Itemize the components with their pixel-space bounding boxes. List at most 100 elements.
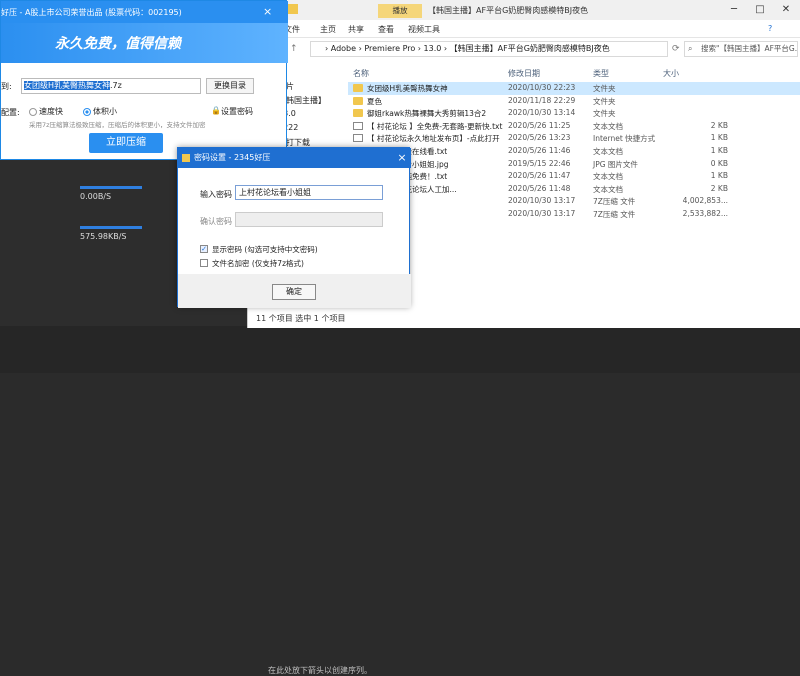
refresh-icon[interactable]: ⟳ xyxy=(672,44,680,54)
maximize-button[interactable]: □ xyxy=(748,2,772,18)
compressor-title: 好压 - A股上市公司荣誉出品 (股票代码：002195) xyxy=(1,8,182,17)
file-type: Internet 快捷方式 xyxy=(593,134,656,144)
file-name: 【 村花论坛 】全免费-无套路-更新快.txt xyxy=(367,121,503,131)
dialog-title: 密码设置 - 2345好压 xyxy=(178,148,411,168)
app-icon xyxy=(182,154,190,162)
file-size: 2 KB xyxy=(710,120,728,130)
file-row[interactable]: 女团级H乳美臀热舞女神 2020/10/30 22:23 文件夹 xyxy=(348,82,800,95)
speed-bar-2 xyxy=(80,226,142,229)
password-input[interactable]: 上村花论坛看小姐姐 xyxy=(235,185,383,200)
change-directory-button[interactable]: 更换目录 xyxy=(206,78,254,94)
address-bar[interactable]: › Adobe › Premiere Pro › 13.0 › 【韩国主播】AF… xyxy=(310,41,668,57)
file-row[interactable]: 御姐rkawk热舞裸舞大秀剪辑13合2 2020/10/30 13:14 文件夹 xyxy=(348,107,800,120)
slogan: 永久免费，值得信赖 xyxy=(55,36,181,52)
file-type: 文本文档 xyxy=(593,172,623,182)
file-row[interactable]: 解除2020/10/30 13:177Z压缩 文件2,533,882... xyxy=(348,208,800,221)
explorer-titlebar: 播放 【韩国主播】AF平台G奶肥臀肉感模特BJ夜色 ─ □ ✕ xyxy=(248,0,800,20)
column-header-name[interactable]: 名称 xyxy=(353,68,369,79)
file-date: 2020/5/26 11:25 xyxy=(508,120,571,130)
status-text: 11 个项目 选中 1 个项目 xyxy=(256,314,346,323)
folder-icon xyxy=(288,4,298,14)
timeline-hint: 在此处放下箭头以创建序列。 xyxy=(268,666,372,675)
ok-button[interactable]: 确定 xyxy=(272,284,316,300)
show-password-label[interactable]: 显示密码 (勾选可支持中文密码) xyxy=(212,244,318,255)
ribbon-tabs: 文件 主页 共享 查看 视频工具 ? xyxy=(248,20,800,38)
file-row[interactable]: 上村花论坛看小姐姐.jpg2019/5/15 22:46JPG 图片文件0 KB xyxy=(348,158,800,171)
tab-view[interactable]: 查看 xyxy=(378,24,394,35)
file-name: 御姐rkawk热舞裸舞大秀剪辑13合2 xyxy=(367,109,487,119)
tab-home[interactable]: 主页 xyxy=(320,24,336,35)
timeline-panel[interactable]: 在此处放下箭头以创建序列。 xyxy=(0,326,800,675)
file-row[interactable]: 万部视频免费在线看.txt2020/5/26 11:46文本文档1 KB xyxy=(348,145,800,158)
search-input[interactable]: 搜索"【韩国主播】AF平台G... xyxy=(684,41,798,57)
file-size: 2 KB xyxy=(710,183,728,193)
folder-icon xyxy=(353,84,363,92)
show-password-checkbox[interactable]: ✓ xyxy=(200,245,208,253)
tab-video-tools[interactable]: 视频工具 xyxy=(408,24,440,35)
doc-icon xyxy=(353,121,363,130)
file-size: 2,533,882... xyxy=(682,209,728,218)
file-row[interactable]: 速度？来村花论坛人工加... 2020/5/26 11:48 文本文档 2 KB xyxy=(348,183,800,196)
file-date: 2020/5/26 11:47 xyxy=(508,171,571,181)
file-type: 文本文档 xyxy=(593,184,623,194)
file-row[interactable]: 【 村花论坛 】全免费-无套路-更新快.txt 2020/5/26 11:25 文本… xyxy=(348,120,800,133)
file-name: 夏色 xyxy=(367,96,382,106)
column-header-date[interactable]: 修改日期 xyxy=(508,68,540,79)
file-row[interactable]: 夏色 2020/11/18 22:29 文件夹 xyxy=(348,95,800,108)
encrypt-filenames-label[interactable]: 文件名加密 (仅支持7z格式) xyxy=(212,258,304,269)
file-row[interactable]: 新的论坛，纯免费！.txt2020/5/26 11:47文本文档1 KB xyxy=(348,170,800,183)
close-button[interactable]: ✕ xyxy=(774,2,798,18)
file-date: 2020/5/26 13:23 xyxy=(508,133,571,143)
password-dialog: 密码设置 - 2345好压 × 输入密码 上村花论坛看小姐姐 确认密码 ✓ 显示… xyxy=(177,147,411,308)
confirm-password-input[interactable] xyxy=(235,212,383,227)
file-size: 4,002,853... xyxy=(682,196,728,206)
address-row: ↑ › Adobe › Premiere Pro › 13.0 › 【韩国主播】… xyxy=(248,38,800,60)
file-date: 2020/10/30 22:23 xyxy=(508,83,576,92)
folder-icon xyxy=(353,109,363,118)
radio-small[interactable] xyxy=(83,108,91,116)
config-label: 配置: xyxy=(1,108,20,117)
tab-share[interactable]: 共享 xyxy=(348,24,364,35)
file-date: 2020/5/26 11:46 xyxy=(508,146,571,155)
file-extension: .7z xyxy=(110,81,122,90)
file-size: 1 KB xyxy=(710,171,728,181)
set-password-link[interactable]: 设置密码 xyxy=(221,106,253,117)
up-arrow-icon[interactable]: ↑ xyxy=(290,44,298,54)
file-type: 文本文档 xyxy=(593,121,623,131)
compressor-titlebar: 好压 - A股上市公司荣誉出品 (股票代码：002195) × xyxy=(1,1,288,23)
output-path-input[interactable]: 女团级H乳美臀热舞女神.7z xyxy=(21,78,201,94)
file-size: 1 KB xyxy=(710,146,728,155)
file-row[interactable]: 2020/10/30 13:17 7Z压缩 文件 4,002,853... xyxy=(348,195,800,208)
file-list: 名称 修改日期 类型 大小 女团级H乳美臀热舞女神 2020/10/30 22:2… xyxy=(348,60,800,308)
close-icon[interactable]: × xyxy=(263,5,272,18)
file-type: 文件夹 xyxy=(593,109,616,119)
password-label: 输入密码 xyxy=(200,190,232,199)
column-header-type[interactable]: 类型 xyxy=(593,68,609,79)
file-name: 【 村花论坛永久地址发布页】-点此打开 xyxy=(367,134,500,144)
file-type: 7Z压缩 文件 xyxy=(593,197,636,207)
option-small-label[interactable]: 体积小 xyxy=(93,106,117,117)
file-date: 2020/10/30 13:17 xyxy=(508,196,576,206)
help-icon[interactable]: ? xyxy=(768,24,772,33)
file-date: 2020/10/30 13:14 xyxy=(508,108,576,118)
encrypt-filenames-checkbox[interactable] xyxy=(200,259,208,267)
column-header-size[interactable]: 大小 xyxy=(663,68,679,79)
doc-icon xyxy=(353,134,363,143)
banner: 永久免费，值得信赖 xyxy=(1,23,288,63)
close-icon[interactable]: × xyxy=(394,148,410,168)
file-type: 文本文档 xyxy=(593,147,623,156)
file-row[interactable]: 【 村花论坛永久地址发布页】-点此打开 2020/5/26 13:23 Intern… xyxy=(348,132,800,145)
radio-fast[interactable] xyxy=(29,108,37,116)
file-type: 7Z压缩 文件 xyxy=(593,210,636,219)
option-fast-label[interactable]: 速度快 xyxy=(39,106,63,117)
folder-icon xyxy=(353,96,363,105)
tab-play-tools[interactable]: 播放 xyxy=(378,4,422,18)
file-type: 文件夹 xyxy=(593,96,616,106)
file-type: JPG 图片文件 xyxy=(593,159,638,169)
file-size: 1 KB xyxy=(710,133,728,143)
confirm-password-label: 确认密码 xyxy=(200,217,232,226)
status-bar: 11 个项目 选中 1 个项目 xyxy=(248,310,800,328)
file-type: 文件夹 xyxy=(593,84,616,93)
compress-now-button[interactable]: 立即压缩 xyxy=(89,133,163,153)
minimize-button[interactable]: ─ xyxy=(722,2,746,18)
